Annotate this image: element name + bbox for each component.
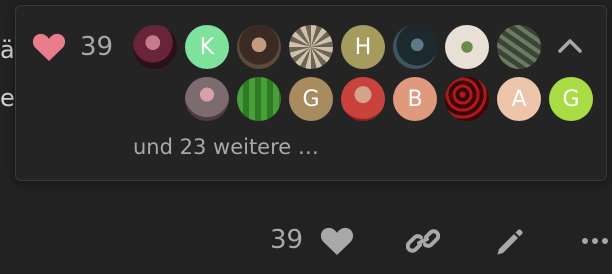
- avatar[interactable]: [393, 25, 437, 69]
- likes-count: 39: [80, 32, 114, 62]
- avatar-row-1: K H: [133, 25, 541, 69]
- avatar[interactable]: G: [549, 77, 593, 121]
- avatar[interactable]: [237, 25, 281, 69]
- avatar[interactable]: A: [497, 77, 541, 121]
- heart-icon[interactable]: [320, 226, 354, 256]
- link-icon[interactable]: [406, 226, 440, 256]
- avatar-row-2: G B A G: [185, 77, 593, 121]
- avatar[interactable]: H: [341, 25, 385, 69]
- more-likers-link[interactable]: und 23 weitere …: [133, 134, 319, 160]
- heart-icon: [32, 33, 66, 61]
- ellipsis-icon[interactable]: [578, 226, 612, 256]
- avatar[interactable]: [185, 77, 229, 121]
- avatar[interactable]: [341, 77, 385, 121]
- avatar[interactable]: [445, 77, 489, 121]
- post-actions-bar: 39: [0, 221, 612, 261]
- chevron-up-icon[interactable]: [556, 34, 584, 58]
- avatar[interactable]: [445, 25, 489, 69]
- avatar[interactable]: [133, 25, 177, 69]
- pencil-icon[interactable]: [492, 226, 526, 258]
- avatar[interactable]: G: [289, 77, 333, 121]
- post-text-fragment: e: [0, 84, 15, 112]
- avatar[interactable]: [497, 25, 541, 69]
- avatar[interactable]: K: [185, 25, 229, 69]
- likes-popup: 39 K H G B A G und 23 weitere …: [15, 5, 607, 181]
- avatar[interactable]: [237, 77, 281, 121]
- avatar[interactable]: [289, 25, 333, 69]
- page: äi e 39 K H G B A G und 23 weitere … 39: [0, 0, 612, 274]
- like-count-button[interactable]: 39: [270, 224, 303, 256]
- avatar[interactable]: B: [393, 77, 437, 121]
